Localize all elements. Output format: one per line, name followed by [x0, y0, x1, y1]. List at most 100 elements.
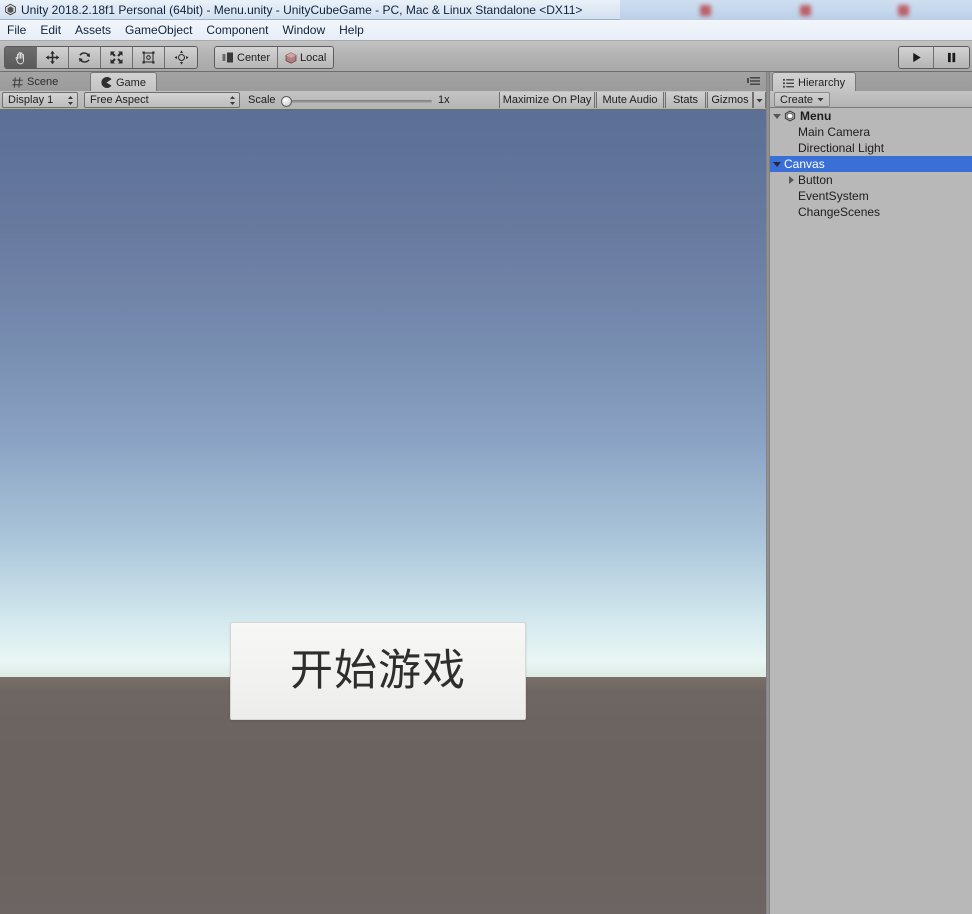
triangle-right-icon — [788, 176, 794, 184]
transform-tool-button[interactable] — [165, 47, 197, 68]
stats-button[interactable]: Stats — [665, 92, 706, 108]
hierarchy-item-label: Button — [798, 173, 833, 187]
start-game-button[interactable]: 开始游戏 — [230, 622, 526, 720]
editor-toolbar: Center Local — [0, 41, 972, 72]
rect-tool-button[interactable] — [133, 47, 165, 68]
gizmos-button[interactable]: Gizmos — [707, 92, 753, 108]
game-icon — [101, 77, 112, 88]
rotation-mode-label: Local — [300, 51, 327, 64]
menu-bar: File Edit Assets GameObject Component Window H… — [0, 20, 972, 41]
hierarchy-tabrow: Hierarchy — [770, 72, 972, 92]
hierarchy-item-menu[interactable]: Menu — [770, 108, 972, 124]
updown-arrows-icon — [68, 95, 73, 105]
chevron-down-icon — [756, 98, 763, 102]
tab-scene[interactable]: Scene — [2, 73, 68, 91]
play-icon — [912, 52, 921, 63]
chevron-down-icon — [817, 98, 824, 102]
playback-controls — [898, 46, 970, 69]
hand-tool-button[interactable] — [5, 47, 37, 68]
triangle-down-icon — [773, 113, 781, 119]
hierarchy-item-changescenes[interactable]: ChangeScenes — [770, 204, 972, 220]
tab-game-label: Game — [116, 76, 146, 89]
tab-hierarchy-label: Hierarchy — [798, 76, 846, 89]
hierarchy-icon — [783, 78, 794, 88]
tab-scene-label: Scene — [27, 76, 59, 88]
hierarchy-tree[interactable]: Menu Main Camera Directional Light Canvas Bu… — [770, 108, 972, 914]
hierarchy-item-directional-light[interactable]: Directional Light — [770, 140, 972, 156]
start-game-button-label: 开始游戏 — [290, 645, 466, 696]
twisty-expanded-icon[interactable] — [770, 161, 784, 167]
mute-audio-button[interactable]: Mute Audio — [596, 92, 664, 108]
scale-tool-button[interactable] — [101, 47, 133, 68]
play-button[interactable] — [899, 47, 934, 68]
menu-item-window[interactable]: Window — [275, 21, 332, 39]
pause-button[interactable] — [934, 47, 969, 68]
center-pivot-icon — [222, 52, 233, 63]
hierarchy-item-eventsystem[interactable]: EventSystem — [770, 188, 972, 204]
maximize-on-play-label: Maximize On Play — [502, 94, 592, 106]
display-dropdown[interactable]: Display 1 — [2, 92, 78, 108]
background-tab — [624, 3, 638, 17]
sky-gradient — [0, 110, 766, 678]
window-title: Unity 2018.2.18f1 Personal (64bit) - Men… — [21, 2, 583, 17]
hierarchy-item-label: Directional Light — [798, 141, 885, 155]
transform-icon — [173, 50, 189, 65]
gizmos-dropdown-button[interactable] — [753, 92, 766, 108]
pivot-mode-label: Center — [237, 51, 271, 64]
tab-game[interactable]: Game — [90, 72, 157, 92]
pause-icon — [947, 52, 956, 63]
maximize-on-play-button[interactable]: Maximize On Play — [499, 92, 595, 108]
menu-item-file[interactable]: File — [0, 21, 33, 39]
editor-main-area: Scene Game Display 1 Free Aspect Scale 1… — [0, 72, 972, 914]
hierarchy-item-label: ChangeScenes — [798, 205, 881, 219]
menu-item-component[interactable]: Component — [199, 21, 275, 39]
scale-label: Scale — [248, 94, 276, 106]
game-view-render[interactable]: 开始游戏 — [0, 110, 766, 914]
rotation-mode-button[interactable]: Local — [278, 47, 334, 68]
rotate-tool-button[interactable] — [69, 47, 101, 68]
twisty-collapsed-icon[interactable] — [784, 176, 798, 184]
background-tab-title — [913, 5, 927, 16]
pivot-mode-button[interactable]: Center — [215, 47, 279, 68]
background-tab-title — [715, 5, 729, 16]
menu-item-gameobject[interactable]: GameObject — [118, 21, 199, 39]
hierarchy-item-button[interactable]: Button — [770, 172, 972, 188]
menu-item-edit[interactable]: Edit — [33, 21, 68, 39]
aspect-dropdown[interactable]: Free Aspect — [84, 92, 240, 108]
aspect-dropdown-label: Free Aspect — [90, 94, 149, 106]
tab-hierarchy[interactable]: Hierarchy — [772, 72, 857, 92]
menu-item-assets[interactable]: Assets — [68, 21, 118, 39]
move-tool-button[interactable] — [37, 47, 69, 68]
panel-options-icon[interactable] — [746, 75, 762, 87]
background-tab-favicon — [898, 4, 909, 16]
move-icon — [45, 50, 60, 65]
hand-icon — [15, 52, 24, 65]
create-button[interactable]: Create — [774, 92, 831, 107]
hierarchy-item-label: Main Camera — [798, 125, 871, 139]
menu-item-help[interactable]: Help — [332, 21, 371, 39]
background-tab-title — [815, 5, 829, 16]
unity-editor-window: Unity 2018.2.18f1 Personal (64bit) - Men… — [0, 0, 972, 914]
game-panel-tabrow: Scene Game — [0, 72, 766, 92]
grid-icon — [12, 76, 23, 88]
scale-value: 1x — [438, 94, 450, 106]
scale-slider-knob[interactable] — [281, 96, 292, 107]
window-titlebar: Unity 2018.2.18f1 Personal (64bit) - Men… — [0, 0, 620, 20]
create-button-label: Create — [780, 93, 814, 106]
background-tab-favicon — [700, 4, 711, 16]
scale-icon — [110, 51, 123, 64]
twisty-expanded-icon[interactable] — [770, 113, 784, 119]
game-view-toolbar: Display 1 Free Aspect Scale 1x Maximize … — [0, 91, 766, 110]
background-tab — [800, 3, 829, 17]
hierarchy-panel: Hierarchy Create Menu Main Camera Directio… — [770, 72, 972, 914]
hierarchy-item-main-camera[interactable]: Main Camera — [770, 124, 972, 140]
hierarchy-item-label: EventSystem — [798, 189, 869, 203]
scale-slider-track[interactable] — [285, 100, 432, 103]
hierarchy-item-canvas[interactable]: Canvas — [770, 156, 972, 172]
unity-logo-icon — [5, 3, 16, 16]
background-tab-title — [624, 5, 638, 16]
updown-arrows-icon — [230, 95, 235, 105]
gizmos-label: Gizmos — [711, 94, 749, 106]
hierarchy-item-label: Canvas — [784, 157, 825, 171]
rect-transform-icon — [142, 51, 155, 64]
